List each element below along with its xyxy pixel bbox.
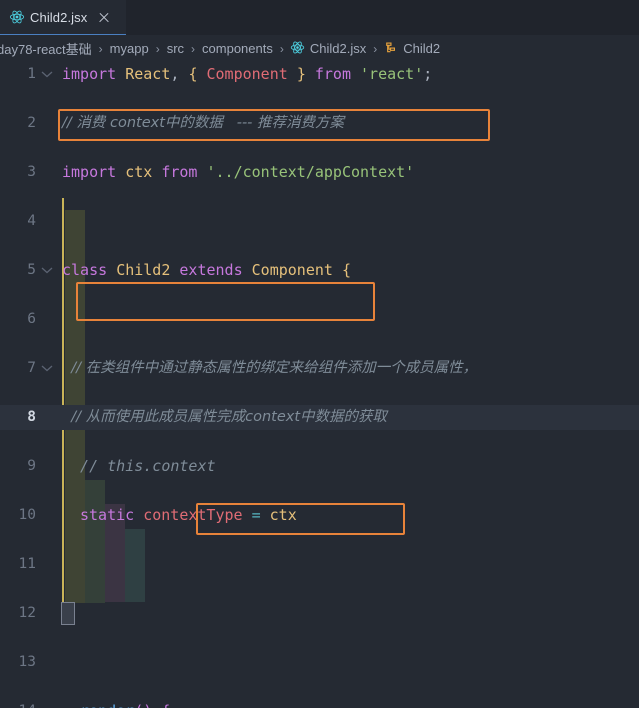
editor-tab-bar: Child2.jsx (0, 0, 639, 35)
line-number: 10 (18, 507, 36, 523)
code-lines: 1 import React, { Component } from 'reac… (0, 62, 639, 708)
code-line[interactable]: 7 // 在类组件中通过静态属性的绑定来给组件添加一个成员属性， (0, 356, 639, 381)
code-text: // 消费 context中的数据 --- 推荐消费方案 (62, 115, 345, 131)
code-line[interactable]: 2 // 消费 context中的数据 --- 推荐消费方案 (0, 111, 639, 136)
code-text: static contextType = ctx (80, 506, 297, 524)
code-text: import React, { Component } from 'react'… (62, 65, 433, 83)
breadcrumb-item-0[interactable]: day78-react基础 (0, 39, 93, 58)
class-symbol-icon (383, 40, 398, 58)
code-text: // 从而使用此成员属性完成context中数据的获取 (62, 409, 388, 425)
fold-chevron-icon[interactable] (41, 356, 55, 381)
code-text: class Child2 extends Component { (62, 261, 351, 279)
react-icon (9, 9, 25, 25)
fold-chevron-icon[interactable] (41, 62, 55, 87)
tab-label: Child2.jsx (30, 9, 88, 25)
code-line-active[interactable]: 8 // 从而使用此成员属性完成context中数据的获取 (0, 405, 639, 430)
breadcrumb-item-2[interactable]: src (166, 41, 185, 56)
breadcrumb: day78-react基础 › myapp › src › components… (0, 35, 639, 62)
line-number: 4 (27, 213, 36, 229)
code-line[interactable]: 5 class Child2 extends Component { (0, 258, 639, 283)
code-line[interactable]: 1 import React, { Component } from 'reac… (0, 62, 639, 87)
code-line[interactable]: 12 (0, 601, 639, 626)
code-text: render() { (80, 699, 170, 708)
line-number: 3 (27, 164, 36, 180)
line-number: 5 (27, 262, 36, 278)
code-line[interactable]: 6 (0, 307, 639, 332)
code-line[interactable]: 10 static contextType = ctx (0, 503, 639, 528)
code-line[interactable]: 4 (0, 209, 639, 234)
tab-child2-jsx[interactable]: Child2.jsx (0, 0, 126, 35)
close-icon[interactable] (96, 9, 112, 25)
breadcrumb-separator: › (279, 41, 284, 56)
fold-chevron-icon[interactable] (41, 699, 55, 708)
code-line[interactable]: 14 render() { (0, 699, 639, 708)
line-number: 2 (27, 115, 36, 131)
breadcrumb-item-1[interactable]: myapp (109, 41, 150, 56)
code-text: import ctx from '../context/appContext' (62, 163, 415, 181)
breadcrumb-separator: › (98, 41, 103, 56)
line-number: 14 (0, 699, 36, 708)
code-editor[interactable]: 1 import React, { Component } from 'reac… (0, 62, 639, 708)
line-number: 8 (27, 409, 36, 425)
react-icon (290, 40, 305, 58)
code-text: // 在类组件中通过静态属性的绑定来给组件添加一个成员属性， (62, 360, 478, 376)
line-number: 9 (27, 458, 36, 474)
breadcrumb-item-5[interactable]: Child2 (402, 41, 441, 56)
line-number: 12 (18, 605, 36, 621)
tab-bar-empty-space (126, 0, 639, 35)
vscode-window: Child2.jsx day78-react基础 › myapp › src ›… (0, 0, 639, 708)
line-number: 1 (27, 66, 36, 82)
code-text: // this.context (62, 457, 216, 475)
breadcrumb-item-4[interactable]: Child2.jsx (309, 41, 367, 56)
code-line[interactable]: 9 // this.context (0, 454, 639, 479)
breadcrumb-separator: › (373, 41, 378, 56)
line-number: 11 (18, 556, 36, 572)
fold-chevron-icon[interactable] (41, 258, 55, 283)
line-number: 6 (27, 311, 36, 327)
code-line[interactable]: 13 (0, 650, 639, 675)
line-number: 7 (27, 360, 36, 376)
breadcrumb-separator: › (155, 41, 160, 56)
breadcrumb-item-3[interactable]: components (201, 41, 274, 56)
code-line[interactable]: 11 (0, 552, 639, 577)
code-line[interactable]: 3 import ctx from '../context/appContext… (0, 160, 639, 185)
breadcrumb-separator: › (191, 41, 196, 56)
line-number: 13 (18, 654, 36, 670)
